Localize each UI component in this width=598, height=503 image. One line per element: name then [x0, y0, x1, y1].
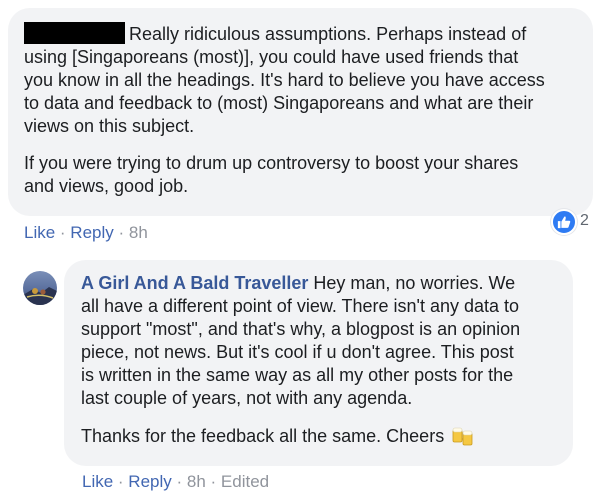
reaction-summary[interactable]: 2: [551, 207, 595, 237]
reply-link[interactable]: Reply: [128, 472, 171, 491]
timestamp[interactable]: 8h: [187, 472, 206, 491]
reply-author-name[interactable]: A Girl And A Bald Traveller: [81, 273, 308, 293]
edited-label[interactable]: Edited: [221, 472, 269, 491]
comment-actions: Like · Reply · 8h: [24, 223, 148, 242]
like-link[interactable]: Like: [24, 223, 55, 242]
redacted-author-name: [24, 22, 125, 44]
reply-bubble: A Girl And A Bald Traveller Hey man, no …: [64, 260, 573, 466]
comment-text-paragraph-2: If you were trying to drum up controvers…: [24, 153, 519, 196]
like-link[interactable]: Like: [82, 472, 113, 491]
reaction-count: 2: [580, 212, 589, 229]
comment-bubble: Really ridiculous assumptions. Perhaps i…: [8, 8, 593, 216]
timestamp[interactable]: 8h: [129, 223, 148, 242]
comment-text: Really ridiculous assumptions. Perhaps i…: [24, 22, 545, 136]
reply-actions: Like · Reply · 8h · Edited: [82, 472, 270, 491]
reply-text: A Girl And A Bald Traveller Hey man, no …: [81, 273, 521, 408]
reply-link[interactable]: Reply: [70, 223, 113, 242]
like-icon: [551, 209, 577, 235]
beer-mugs-icon: [451, 424, 475, 448]
reply-text-paragraph-2: Thanks for the feedback all the same. Ch…: [81, 424, 557, 448]
avatar[interactable]: [23, 271, 57, 305]
